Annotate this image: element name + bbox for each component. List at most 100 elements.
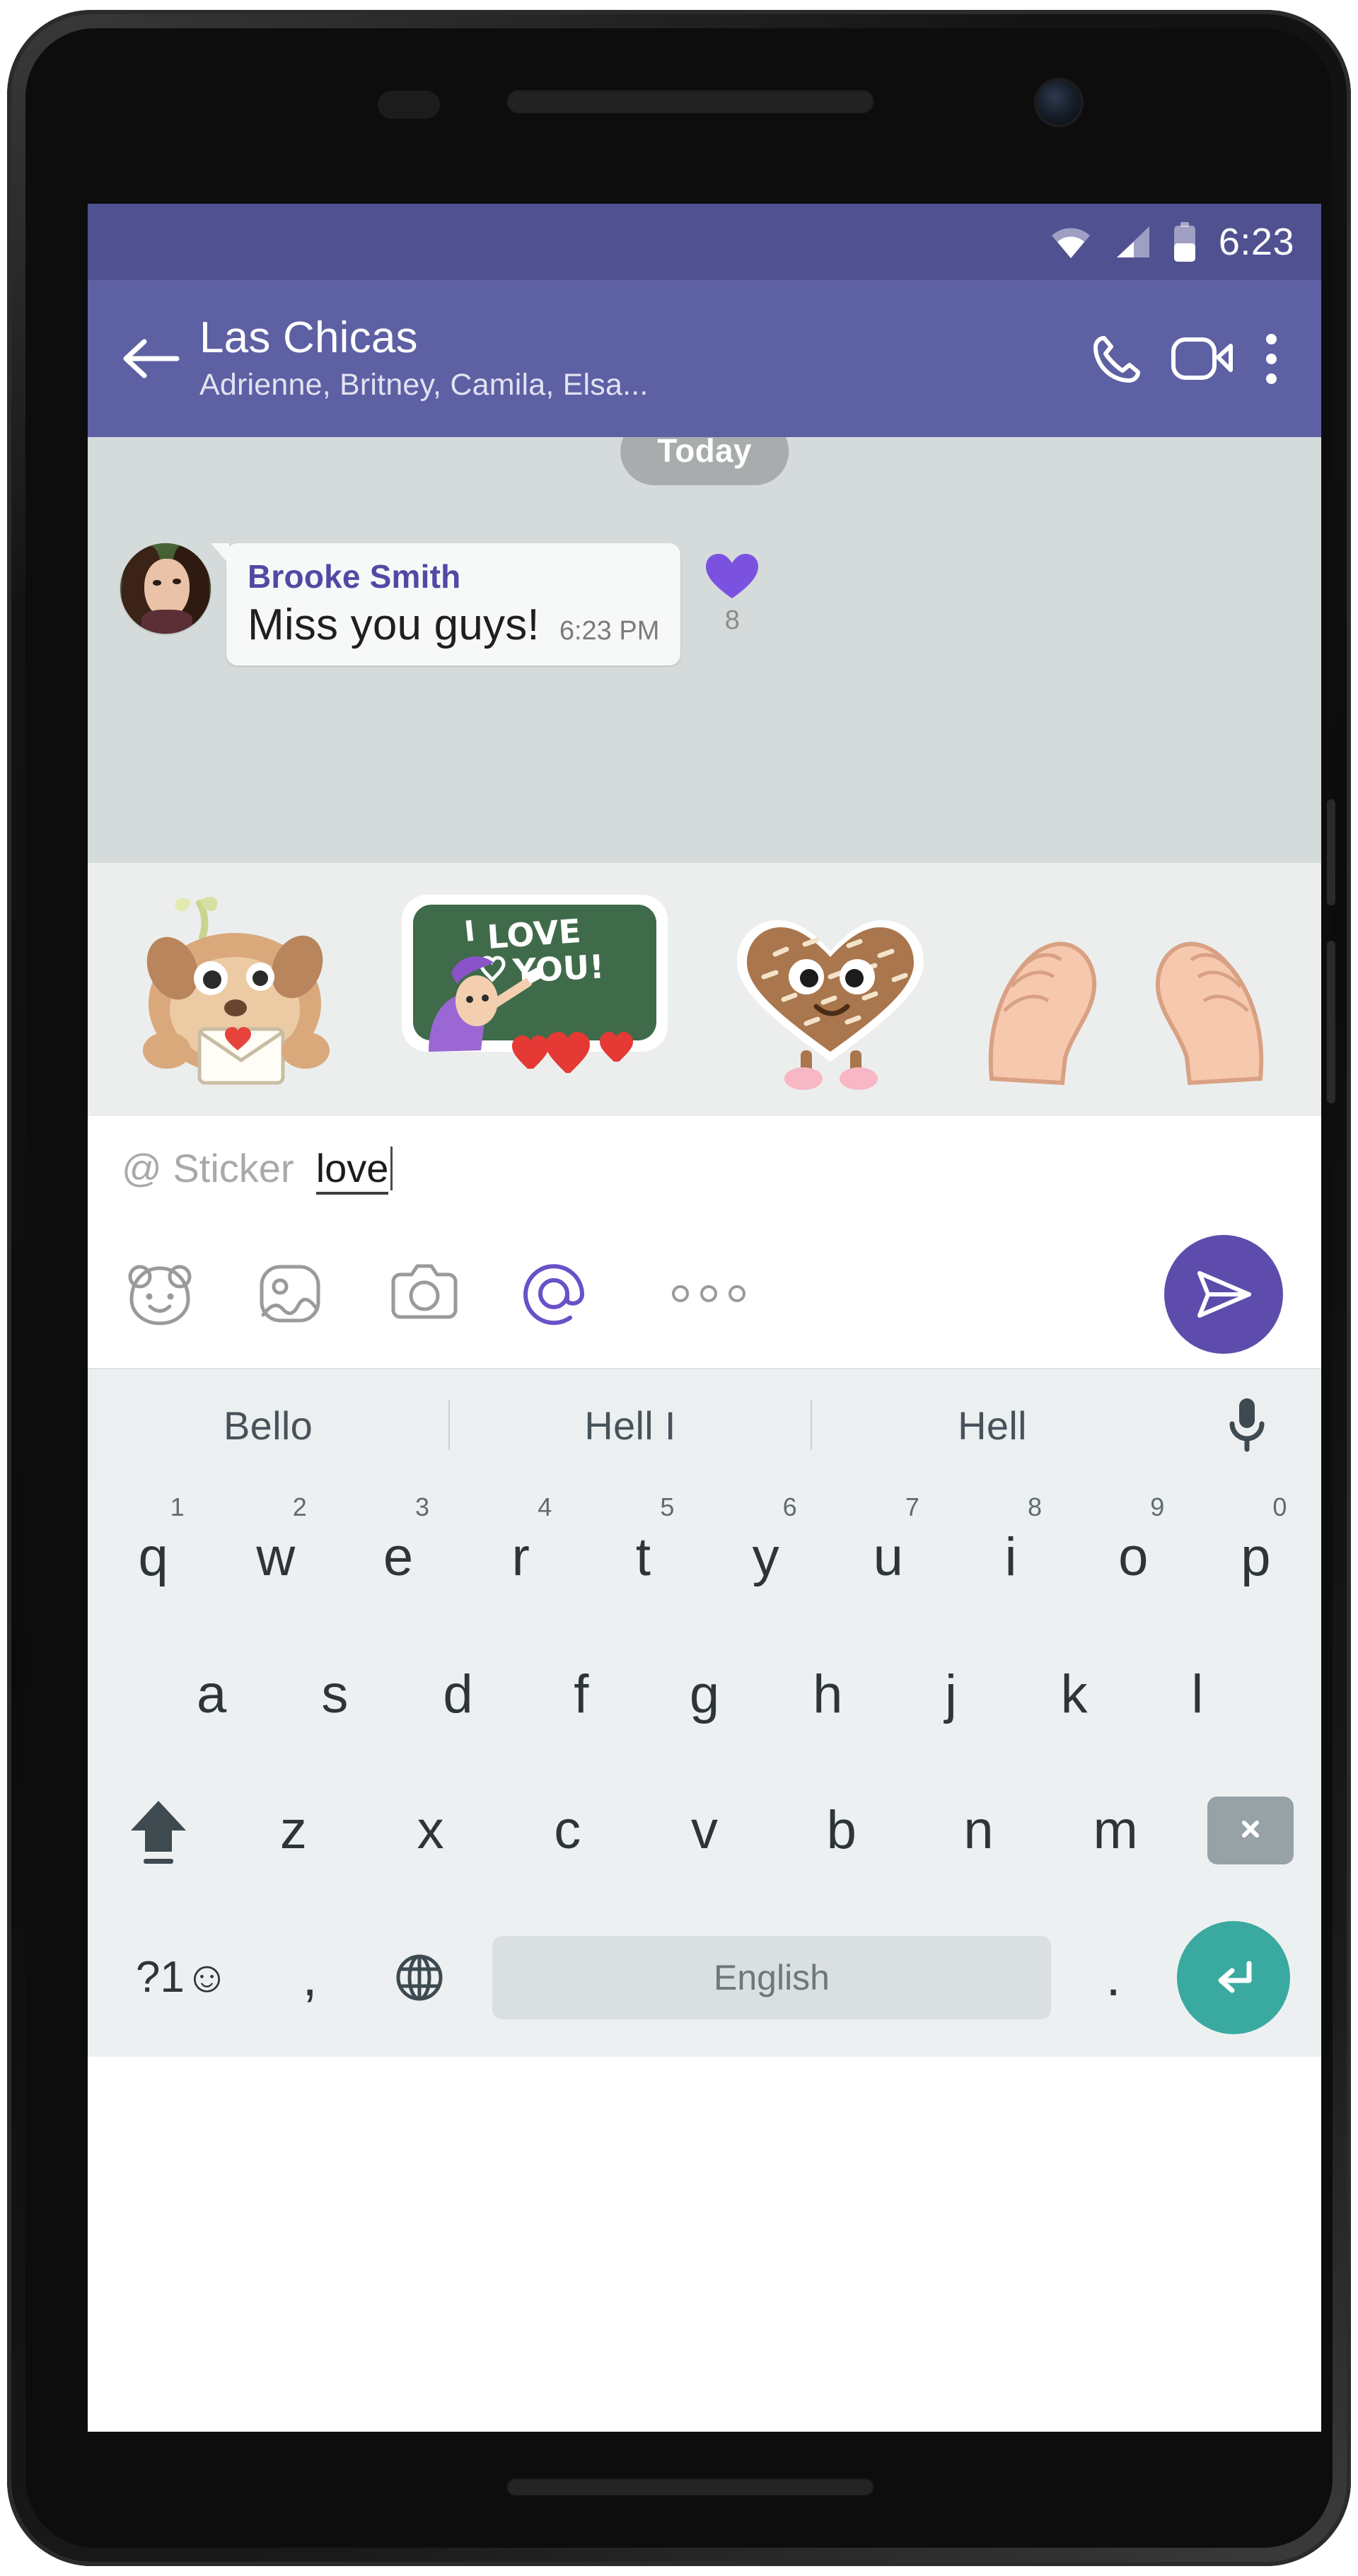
key-u[interactable]: 7u <box>827 1488 949 1627</box>
key-label: c <box>554 1800 581 1860</box>
key-label: m <box>1093 1800 1138 1860</box>
battery-icon <box>1172 222 1197 262</box>
message-timestamp: 6:23 PM <box>559 616 660 646</box>
key-q[interactable]: 1q <box>92 1488 214 1627</box>
key-k[interactable]: k <box>1013 1627 1136 1763</box>
suggestion-item[interactable]: Hell <box>812 1403 1173 1449</box>
message-input-row[interactable]: @ Sticker love <box>88 1116 1321 1219</box>
period-key[interactable]: . <box>1064 1951 1163 2004</box>
message-composer-panel: @ Sticker love <box>88 1116 1321 1368</box>
key-d[interactable]: d <box>396 1627 519 1763</box>
key-i[interactable]: 8i <box>949 1488 1072 1627</box>
video-call-icon <box>1171 337 1233 380</box>
send-button[interactable] <box>1164 1235 1283 1354</box>
key-j[interactable]: j <box>889 1627 1012 1763</box>
composer-toolbar <box>88 1219 1321 1368</box>
key-c[interactable]: c <box>499 1763 636 1898</box>
menu-dot <box>1265 353 1277 364</box>
key-p[interactable]: 0p <box>1195 1488 1317 1627</box>
key-label: z <box>279 1800 307 1860</box>
key-n[interactable]: n <box>910 1763 1047 1898</box>
key-label: w <box>256 1527 296 1587</box>
shift-key[interactable] <box>92 1763 225 1898</box>
key-label: i <box>1004 1527 1017 1587</box>
at-mention-button[interactable] <box>521 1260 652 1327</box>
sticker-hands-heart[interactable] <box>980 883 1272 1096</box>
key-g[interactable]: g <box>643 1627 766 1763</box>
enter-key[interactable] <box>1163 1921 1304 2034</box>
status-bar: 6:23 <box>88 204 1321 280</box>
key-label: t <box>635 1527 651 1587</box>
key-a[interactable]: a <box>150 1627 273 1763</box>
microphone-icon <box>1229 1398 1265 1452</box>
avatar[interactable] <box>120 543 211 634</box>
earpiece-speaker <box>506 88 874 112</box>
comma-key[interactable]: , <box>260 1951 359 2004</box>
reaction-count: 8 <box>724 605 740 635</box>
more-options-button[interactable] <box>672 1285 745 1302</box>
key-y[interactable]: 6y <box>704 1488 827 1627</box>
key-number-hint: 3 <box>415 1492 430 1521</box>
sticker-dog-with-love-letter[interactable] <box>93 883 385 1096</box>
key-label: j <box>944 1664 957 1724</box>
camera-button[interactable] <box>389 1263 521 1324</box>
menu-dot <box>1265 333 1277 344</box>
key-number-hint: 6 <box>782 1492 797 1521</box>
composer-hint: @ Sticker <box>122 1145 294 1190</box>
key-label: g <box>689 1664 720 1724</box>
back-button[interactable] <box>116 336 184 381</box>
voice-call-button[interactable] <box>1075 331 1160 386</box>
composer-value: love <box>315 1145 389 1195</box>
key-b[interactable]: b <box>773 1763 910 1898</box>
key-r[interactable]: 4r <box>460 1488 582 1627</box>
space-key[interactable]: English <box>492 1936 1051 2019</box>
shift-arrow-icon <box>131 1801 186 1864</box>
key-w[interactable]: 2w <box>214 1488 337 1627</box>
search-input[interactable]: @ Sticker love <box>122 1145 393 1195</box>
sticker-cookie-heart[interactable] <box>685 883 976 1096</box>
power-button[interactable] <box>1327 941 1335 1103</box>
overflow-menu-button[interactable] <box>1245 333 1297 384</box>
space-key-label: English <box>714 1958 830 1997</box>
sticker-i-love-you-chalkboard[interactable]: I LOVE YOU! <box>389 883 680 1096</box>
gallery-button[interactable] <box>257 1261 389 1326</box>
symbols-key[interactable]: ?1☺ <box>105 1956 260 2000</box>
message-reaction[interactable]: 8 <box>704 543 760 636</box>
key-m[interactable]: m <box>1047 1763 1184 1898</box>
key-v[interactable]: v <box>636 1763 773 1898</box>
key-e[interactable]: 3e <box>337 1488 459 1627</box>
key-label: u <box>873 1527 903 1587</box>
key-t[interactable]: 5t <box>582 1488 704 1627</box>
key-h[interactable]: h <box>766 1627 889 1763</box>
language-switch-key[interactable] <box>359 1952 480 2003</box>
key-l[interactable]: l <box>1136 1627 1259 1763</box>
key-s[interactable]: s <box>273 1627 396 1763</box>
key-x[interactable]: x <box>362 1763 499 1898</box>
suggestion-item[interactable]: Bello <box>88 1403 448 1449</box>
suggestion-item[interactable]: Hell I <box>450 1403 811 1449</box>
key-label: l <box>1191 1664 1204 1724</box>
key-label: r <box>511 1527 530 1587</box>
video-call-button[interactable] <box>1160 333 1245 384</box>
message-bubble[interactable]: Brooke Smith Miss you guys! 6:23 PM <box>210 543 681 666</box>
key-o[interactable]: 9o <box>1072 1488 1195 1627</box>
period-key-label: . <box>1105 1947 1121 2007</box>
conversation-title-block[interactable]: Las Chicas Adrienne, Britney, Camila, El… <box>184 314 1075 402</box>
key-label: n <box>963 1800 994 1860</box>
key-label: k <box>1060 1664 1088 1724</box>
at-mention-icon <box>523 1264 585 1325</box>
key-f[interactable]: f <box>520 1627 643 1763</box>
backspace-key[interactable] <box>1184 1763 1317 1898</box>
sticker-bear-button[interactable] <box>126 1261 257 1326</box>
symbols-key-label: ?1☺ <box>135 1953 230 2002</box>
backspace-icon <box>1242 1821 1260 1838</box>
keyboard-row-1: 1q 2w 3e 4r 5t 6y 7u 8i 9o 0p <box>88 1488 1321 1627</box>
volume-button[interactable] <box>1327 799 1335 905</box>
text-caret <box>390 1146 393 1190</box>
chat-message-row: Brooke Smith Miss you guys! 6:23 PM 8 <box>120 543 1289 666</box>
key-z[interactable]: z <box>225 1763 362 1898</box>
key-label: b <box>826 1800 857 1860</box>
key-number-hint: 0 <box>1272 1492 1287 1521</box>
sticker-suggestion-strip[interactable]: I LOVE YOU! <box>88 863 1321 1116</box>
microphone-button[interactable] <box>1173 1396 1321 1455</box>
